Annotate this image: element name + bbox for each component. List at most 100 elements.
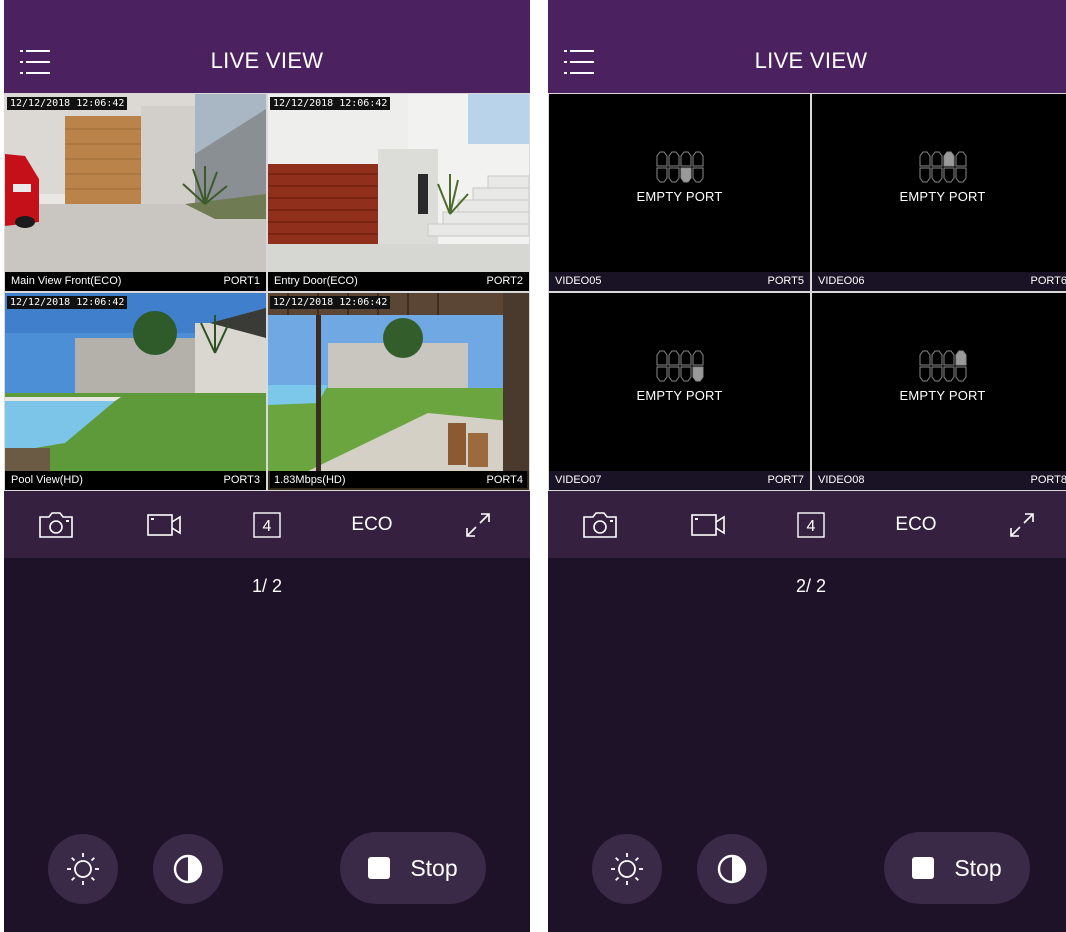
fullscreen-button[interactable] — [1004, 491, 1040, 558]
quality-eco-button[interactable]: ECO — [888, 491, 944, 558]
page-title: LIVE VIEW — [210, 48, 324, 73]
ethernet-ports-icon — [656, 151, 703, 183]
port-slot — [943, 366, 954, 382]
camera-name: Main View Front(ECO) — [11, 275, 122, 287]
layout-box-icon: 4 — [253, 511, 281, 538]
live-view-toolbar: 4 ECO — [548, 491, 1066, 558]
camera-name: 1.83Mbps(HD) — [274, 474, 346, 486]
record-button[interactable] — [686, 491, 730, 558]
video-camera-icon — [147, 513, 181, 536]
record-button[interactable] — [142, 491, 186, 558]
camera-cell-port5[interactable]: EMPTY PORT VIDEO05 PORT5 — [549, 94, 810, 291]
camera-cell-port2[interactable]: 12/12/2018 12:06:42 Entry Door(ECO) PORT… — [268, 94, 529, 291]
camera-name: VIDEO05 — [555, 275, 602, 287]
port-slot — [656, 167, 667, 183]
stop-button[interactable]: Stop — [340, 832, 486, 904]
brightness-button[interactable] — [48, 834, 118, 904]
camera-feed-image — [5, 293, 266, 471]
page-indicator: 2/ 2 — [795, 576, 827, 596]
camera-caption: VIDEO05 PORT5 — [549, 272, 810, 291]
timestamp-overlay: 12/12/2018 12:06:42 — [7, 296, 128, 309]
video-camera-icon — [691, 513, 725, 536]
camera-name: Pool View(HD) — [11, 474, 83, 486]
empty-port-label: EMPTY PORT — [636, 189, 723, 204]
stop-label: Stop — [410, 854, 458, 881]
quality-eco-button[interactable]: ECO — [344, 491, 400, 558]
camera-feed-image — [5, 94, 266, 272]
camera-grid: EMPTY PORT VIDEO05 PORT5 EMPTY PORT VIDE… — [548, 93, 1066, 491]
port-slot — [955, 350, 966, 366]
brightness-button[interactable] — [592, 834, 662, 904]
fullscreen-button[interactable] — [460, 491, 496, 558]
contrast-button[interactable] — [697, 834, 767, 904]
camera-cell-port3[interactable]: 12/12/2018 12:06:42 Pool View(HD) PORT3 — [5, 293, 266, 490]
sun-icon — [67, 853, 99, 885]
port-slot — [680, 366, 691, 382]
camera-cell-port6[interactable]: EMPTY PORT VIDEO06 PORT6 — [812, 94, 1066, 291]
camera-caption: VIDEO08 PORT8 — [812, 471, 1066, 490]
page-indicator: 1/ 2 — [251, 576, 283, 596]
port-slot — [943, 350, 954, 366]
layout-count: 4 — [807, 518, 816, 535]
sun-icon — [611, 853, 643, 885]
camera-caption: Main View Front(ECO) PORT1 — [5, 272, 266, 291]
live-view-screen-page-2: LIVE VIEW EMPTY PORT VIDEO05 PORT5 EMPTY… — [548, 0, 1066, 932]
port-slot — [656, 350, 667, 366]
timestamp-overlay: 12/12/2018 12:06:42 — [270, 296, 391, 309]
port-slot — [919, 167, 930, 183]
layout-button[interactable]: 4 — [794, 491, 828, 558]
expand-icon — [466, 512, 490, 537]
camera-caption: Pool View(HD) PORT3 — [5, 471, 266, 490]
app-header: LIVE VIEW — [548, 0, 1066, 93]
ethernet-ports-icon — [919, 350, 966, 382]
port-slot — [943, 167, 954, 183]
live-view-toolbar: 4 ECO — [4, 491, 530, 558]
stop-button[interactable]: Stop — [884, 832, 1030, 904]
snapshot-button[interactable] — [578, 491, 622, 558]
camera-cell-port1[interactable]: 12/12/2018 12:06:42 Main View Front(ECO)… — [5, 94, 266, 291]
expand-icon — [1010, 512, 1034, 537]
camera-name: VIDEO07 — [555, 474, 602, 486]
camera-port: PORT1 — [223, 275, 260, 287]
camera-port: PORT7 — [767, 474, 804, 486]
camera-grid: 12/12/2018 12:06:42 Main View Front(ECO)… — [4, 93, 530, 491]
empty-port-label: EMPTY PORT — [899, 189, 986, 204]
camera-name: VIDEO08 — [818, 474, 865, 486]
port-slot — [931, 167, 942, 183]
snapshot-button[interactable] — [34, 491, 78, 558]
stop-icon — [912, 857, 935, 879]
port-slot — [668, 366, 679, 382]
camera-cell-port8[interactable]: EMPTY PORT VIDEO08 PORT8 — [812, 293, 1066, 490]
ethernet-ports-icon — [656, 350, 703, 382]
camera-caption: Entry Door(ECO) PORT2 — [268, 272, 529, 291]
port-slot — [931, 350, 942, 366]
port-slot — [668, 350, 679, 366]
port-slot — [931, 151, 942, 167]
port-slot — [680, 167, 691, 183]
camera-caption: VIDEO07 PORT7 — [549, 471, 810, 490]
page-title: LIVE VIEW — [754, 48, 868, 73]
port-slot — [692, 350, 703, 366]
camera-name: VIDEO06 — [818, 275, 865, 287]
camera-cell-port4[interactable]: 12/12/2018 12:06:42 1.83Mbps(HD) PORT4 — [268, 293, 529, 490]
contrast-button[interactable] — [153, 834, 223, 904]
port-slot — [955, 167, 966, 183]
port-slot — [692, 366, 703, 382]
layout-box-icon: 4 — [797, 511, 825, 538]
empty-port-label: EMPTY PORT — [636, 388, 723, 403]
contrast-icon — [173, 854, 203, 884]
port-slot — [943, 151, 954, 167]
camera-name: Entry Door(ECO) — [274, 275, 358, 287]
port-slot — [680, 151, 691, 167]
camera-port: PORT6 — [1030, 275, 1066, 287]
port-slot — [919, 350, 930, 366]
camera-caption: VIDEO06 PORT6 — [812, 272, 1066, 291]
port-slot — [668, 167, 679, 183]
camera-cell-port7[interactable]: EMPTY PORT VIDEO07 PORT7 — [549, 293, 810, 490]
port-slot — [931, 366, 942, 382]
layout-button[interactable]: 4 — [250, 491, 284, 558]
camera-port: PORT8 — [1030, 474, 1066, 486]
camera-icon — [583, 511, 617, 538]
port-slot — [656, 151, 667, 167]
timestamp-overlay: 12/12/2018 12:06:42 — [270, 97, 391, 110]
